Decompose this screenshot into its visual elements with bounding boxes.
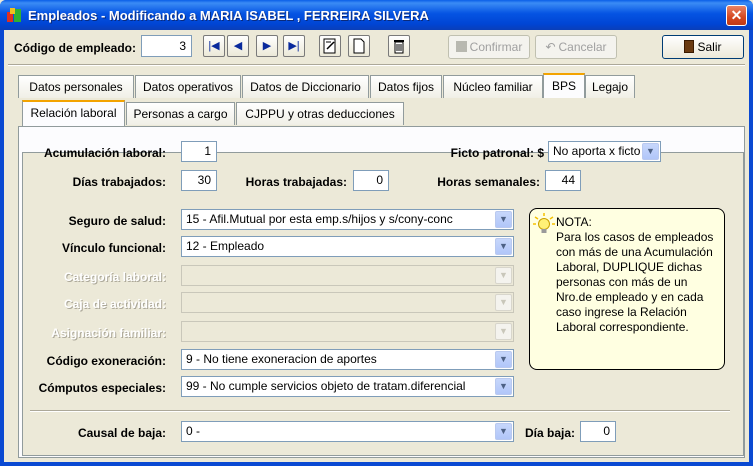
exoneracion-select-value: 9 - No tiene exoneracion de aportes	[186, 352, 377, 366]
acumulacion-label: Acumulación laboral:	[43, 146, 166, 160]
seguro-select-value: 15 - Afil.Mutual por esta emp.s/hijos y …	[186, 212, 453, 226]
chevron-down-icon[interactable]: ▼	[495, 351, 512, 368]
dia-baja-input[interactable]: 0	[580, 421, 616, 442]
cancel-button[interactable]: ↶ Cancelar	[535, 35, 617, 59]
computos-select[interactable]: 99 - No cumple servicios objeto de trata…	[181, 376, 514, 397]
horas-semanales-input[interactable]: 44	[545, 170, 581, 191]
caja-label: Caja de actividad:	[63, 297, 166, 311]
computos-label: Cómputos especiales:	[38, 381, 166, 395]
chevron-down-icon: ▼	[495, 294, 512, 311]
window-title: Empleados - Modificando a MARIA ISABEL ,…	[28, 8, 429, 23]
confirm-icon	[455, 41, 467, 52]
first-record-button[interactable]: |◀	[203, 35, 225, 57]
acumulacion-input[interactable]: 1	[181, 141, 217, 162]
chevron-down-icon[interactable]: ▼	[495, 238, 512, 255]
exit-door-icon	[684, 40, 695, 53]
dia-baja-label: Día baja:	[524, 426, 575, 440]
horas-trabajadas-input[interactable]: 0	[353, 170, 389, 191]
causal-select-value: 0 -	[186, 424, 201, 438]
trash-icon[interactable]	[388, 35, 410, 57]
employee-code-label: Código de empleado:	[14, 41, 137, 55]
edit-icon[interactable]	[319, 35, 341, 57]
asignacion-select: ▼	[181, 321, 514, 342]
app-icon	[7, 8, 21, 22]
form-divider	[30, 410, 730, 412]
horas-trabajadas-label: Horas trabajadas:	[245, 175, 347, 189]
ficto-label: Ficto patronal: $	[450, 146, 544, 160]
last-record-button[interactable]: ▶|	[283, 35, 305, 57]
tab-nucleo-familiar[interactable]: Núcleo familiar	[443, 75, 543, 98]
tab-datos-personales[interactable]: Datos personales	[18, 75, 134, 98]
exit-button-label: Salir	[697, 40, 722, 54]
exit-button[interactable]: Salir	[662, 35, 744, 59]
chevron-down-icon[interactable]: ▼	[642, 143, 659, 160]
subtab-cjppu[interactable]: CJPPU y otras deducciones	[236, 102, 404, 125]
exoneracion-label: Código exoneración:	[46, 354, 166, 368]
tab-legajo[interactable]: Legajo	[585, 75, 635, 98]
client-area: Código de empleado: 3 |◀ ◀ ▶ ▶| Confirma…	[4, 30, 749, 462]
chevron-down-icon: ▼	[495, 323, 512, 340]
seguro-label: Seguro de salud:	[68, 214, 166, 228]
causal-label: Causal de baja:	[77, 426, 166, 440]
chevron-down-icon: ▼	[495, 267, 512, 284]
asignacion-label: Asignación familiar:	[51, 326, 166, 340]
tab-datos-fijos[interactable]: Datos fijos	[370, 75, 442, 98]
subtab-relacion-laboral[interactable]: Relación laboral	[22, 100, 125, 126]
note-text: NOTA: Para los casos de empleados con má…	[556, 215, 714, 334]
confirm-button-label: Confirmar	[469, 40, 523, 54]
new-document-icon[interactable]	[348, 35, 370, 57]
vinculo-label: Vínculo funcional:	[62, 241, 166, 255]
prev-record-button[interactable]: ◀	[227, 35, 249, 57]
caja-select: ▼	[181, 292, 514, 313]
horas-semanales-label: Horas semanales:	[437, 175, 540, 189]
chevron-down-icon[interactable]: ▼	[495, 378, 512, 395]
employee-code-input[interactable]: 3	[141, 35, 192, 57]
causal-select[interactable]: 0 - ▼	[181, 421, 514, 442]
chevron-down-icon[interactable]: ▼	[495, 211, 512, 228]
tab-bps[interactable]: BPS	[543, 73, 585, 98]
exoneracion-select[interactable]: 9 - No tiene exoneracion de aportes ▼	[181, 349, 514, 370]
vinculo-select-value: 12 - Empleado	[186, 239, 265, 253]
title-bar[interactable]: Empleados - Modificando a MARIA ISABEL ,…	[0, 0, 753, 30]
close-button[interactable]: ✕	[726, 5, 747, 26]
chevron-down-icon[interactable]: ▼	[495, 423, 512, 440]
next-record-button[interactable]: ▶	[256, 35, 278, 57]
cancel-button-label: Cancelar	[558, 40, 607, 54]
lightbulb-icon	[533, 213, 555, 233]
categoria-select: ▼	[181, 265, 514, 286]
dias-input[interactable]: 30	[181, 170, 217, 191]
computos-select-value: 99 - No cumple servicios objeto de trata…	[186, 379, 466, 393]
categoria-label: Categoría laboral:	[63, 270, 166, 284]
undo-icon: ↶	[545, 40, 556, 54]
vinculo-select[interactable]: 12 - Empleado ▼	[181, 236, 514, 257]
subtab-personas-a-cargo[interactable]: Personas a cargo	[126, 102, 235, 125]
dias-label: Días trabajados:	[72, 175, 166, 189]
seguro-select[interactable]: 15 - Afil.Mutual por esta emp.s/hijos y …	[181, 209, 514, 230]
ficto-select[interactable]: No aporta x ficto ▼	[548, 141, 661, 162]
tab-datos-operativos[interactable]: Datos operativos	[135, 75, 241, 98]
toolbar-separator	[8, 64, 745, 66]
tab-datos-diccionario[interactable]: Datos de Diccionario	[242, 75, 369, 98]
confirm-button[interactable]: Confirmar	[448, 35, 530, 59]
ficto-select-value: No aporta x ficto	[553, 144, 641, 158]
